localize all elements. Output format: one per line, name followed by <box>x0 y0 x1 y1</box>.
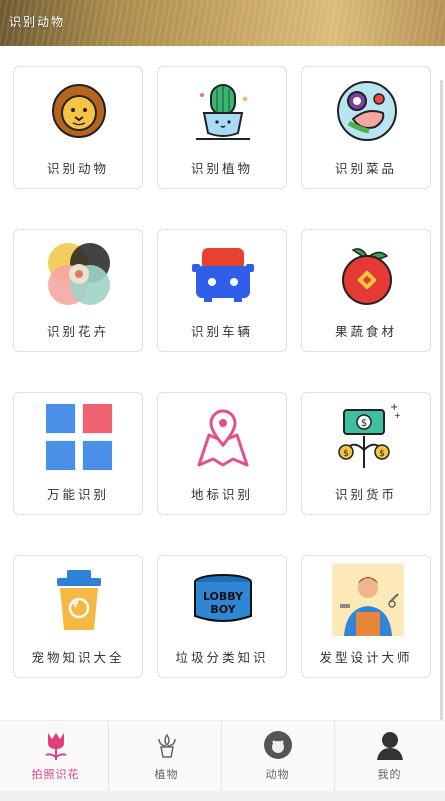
apple-icon <box>332 242 402 306</box>
card-garbage-sorting[interactable]: LOBBY BOY 垃圾分类知识 <box>157 555 287 678</box>
card-identify-animal[interactable]: 识别动物 <box>13 66 143 189</box>
dish-icon <box>332 79 402 143</box>
barber-icon <box>332 564 404 636</box>
flower-pattern-icon <box>44 242 114 306</box>
card-universal-identify[interactable]: 万能识别 <box>13 392 143 515</box>
tab-label: 植物 <box>154 768 179 781</box>
cactus-icon <box>188 79 258 143</box>
trash-bin-icon <box>44 568 114 632</box>
tulip-icon <box>39 728 73 762</box>
card-label: 识别货币 <box>334 487 397 502</box>
lobby-boy-icon: LOBBY BOY <box>188 568 258 632</box>
tab-animal[interactable]: 动物 <box>222 721 333 792</box>
card-hairstyle-designer[interactable]: 发型设计大师 <box>301 555 431 678</box>
card-label: 地标识别 <box>190 487 253 502</box>
bottom-tab-bar: 拍照识花 植物 动物 我的 <box>0 720 445 792</box>
page-title: 识别动物 <box>9 15 66 29</box>
card-pet-knowledge[interactable]: 宠物知识大全 <box>13 555 143 678</box>
tab-mine[interactable]: 我的 <box>334 721 445 792</box>
card-label: 宠物知识大全 <box>31 650 125 665</box>
tab-label: 拍照识花 <box>31 768 80 781</box>
card-label: 识别植物 <box>190 161 253 176</box>
svg-text:$: $ <box>379 449 385 459</box>
car-icon <box>188 242 258 306</box>
tab-label: 动物 <box>265 768 290 781</box>
card-fruit-veg[interactable]: 果蔬食材 <box>301 229 431 352</box>
card-label: 识别动物 <box>46 161 109 176</box>
card-label: 万能识别 <box>46 487 109 502</box>
user-icon <box>373 728 407 762</box>
card-label: 识别菜品 <box>334 161 397 176</box>
card-identify-dish[interactable]: 识别菜品 <box>301 66 431 189</box>
card-identify-flower[interactable]: 识别花卉 <box>13 229 143 352</box>
svg-text:$: $ <box>343 449 349 459</box>
header-banner: 识别动物 <box>0 0 445 46</box>
svg-text:LOBBY: LOBBY <box>203 590 244 603</box>
card-label: 识别花卉 <box>46 324 109 339</box>
card-label: 识别车辆 <box>190 324 253 339</box>
map-pin-icon <box>188 405 258 469</box>
plant-icon <box>150 728 184 762</box>
card-label: 发型设计大师 <box>319 650 413 665</box>
card-identify-currency[interactable]: $ $ $ + + 识别货币 <box>301 392 431 515</box>
card-identify-plant[interactable]: 识别植物 <box>157 66 287 189</box>
svg-text:BOY: BOY <box>210 603 236 616</box>
tab-label: 我的 <box>377 768 402 781</box>
tab-photo-flower[interactable]: 拍照识花 <box>0 721 111 792</box>
money-icon: $ $ $ + + <box>332 402 402 469</box>
svg-text:+: + <box>394 411 400 420</box>
system-bottom-strip <box>0 791 445 801</box>
scrollbar[interactable] <box>440 80 443 720</box>
lion-icon <box>44 79 114 143</box>
monkey-icon <box>261 728 295 762</box>
card-label: 垃圾分类知识 <box>175 650 269 665</box>
tab-plant[interactable]: 植物 <box>111 721 222 792</box>
grid-icon <box>44 403 114 471</box>
card-landmark-identify[interactable]: 地标识别 <box>157 392 287 515</box>
card-label: 果蔬食材 <box>334 324 397 339</box>
card-identify-vehicle[interactable]: 识别车辆 <box>157 229 287 352</box>
svg-text:$: $ <box>361 418 367 429</box>
